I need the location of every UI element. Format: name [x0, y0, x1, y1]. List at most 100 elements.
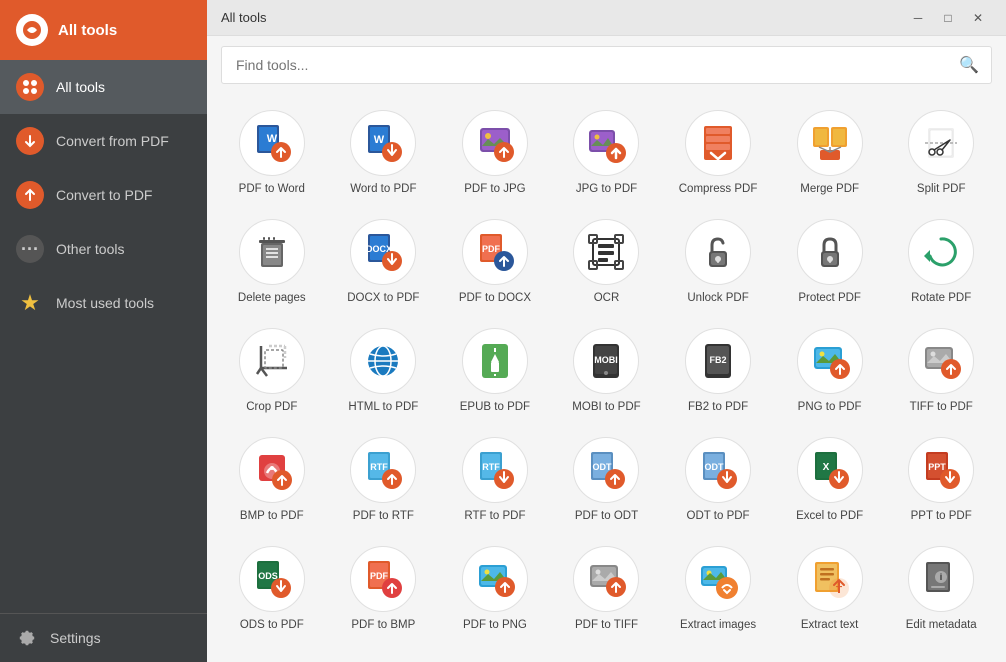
tool-png-to-pdf[interactable]: PNG to PDF [779, 322, 881, 421]
crop-pdf-icon [239, 328, 305, 394]
tool-split-pdf[interactable]: Split PDF [890, 104, 992, 203]
merge-pdf-label: Merge PDF [800, 182, 859, 197]
sidebar-item-other-tools-label: Other tools [56, 241, 124, 257]
search-icon: 🔍 [959, 55, 979, 75]
tool-crop-pdf[interactable]: Crop PDF [221, 322, 323, 421]
sidebar-logo[interactable]: All tools [0, 0, 207, 60]
pdf-to-odt-icon: ODT [573, 437, 639, 503]
svg-text:PDF: PDF [482, 244, 501, 254]
minimize-button[interactable]: ─ [904, 7, 932, 29]
convert-from-pdf-icon [16, 127, 44, 155]
tool-epub-to-pdf[interactable]: EPUB to PDF [444, 322, 546, 421]
tool-pdf-to-word[interactable]: W PDF to Word [221, 104, 323, 203]
svg-text:RTF: RTF [482, 462, 500, 472]
split-pdf-label: Split PDF [917, 182, 966, 197]
pdf-to-rtf-icon: RTF [350, 437, 416, 503]
svg-text:i: i [940, 572, 943, 582]
rotate-pdf-icon [908, 219, 974, 285]
tool-tiff-to-pdf[interactable]: TIFF to PDF [890, 322, 992, 421]
tool-rtf-to-pdf[interactable]: RTF RTF to PDF [444, 431, 546, 530]
tool-word-to-pdf[interactable]: W Word to PDF [333, 104, 435, 203]
tool-pdf-to-tiff[interactable]: PDF to TIFF [556, 540, 658, 639]
pdf-to-png-label: PDF to PNG [463, 618, 527, 633]
pdf-to-word-icon: W [239, 110, 305, 176]
tool-pdf-to-rtf[interactable]: RTF PDF to RTF [333, 431, 435, 530]
tool-mobi-to-pdf[interactable]: MOBI MOBI to PDF [556, 322, 658, 421]
pdf-to-word-label: PDF to Word [239, 182, 305, 197]
close-button[interactable]: ✕ [964, 7, 992, 29]
svg-text:W: W [267, 133, 278, 145]
titlebar: All tools ─ □ ✕ [207, 0, 1006, 36]
tool-protect-pdf[interactable]: Protect PDF [779, 213, 881, 312]
docx-to-pdf-label: DOCX to PDF [347, 291, 419, 306]
tool-pdf-to-docx[interactable]: PDF PDF to DOCX [444, 213, 546, 312]
pdf-to-tiff-icon [573, 546, 639, 612]
svg-text:ODS: ODS [258, 571, 278, 581]
tool-compress-pdf[interactable]: Compress PDF [667, 104, 769, 203]
tool-pdf-to-jpg[interactable]: PDF to JPG [444, 104, 546, 203]
bmp-to-pdf-label: BMP to PDF [240, 509, 304, 524]
svg-text:PPT: PPT [928, 462, 946, 472]
svg-text:ODT: ODT [593, 462, 613, 472]
rotate-pdf-label: Rotate PDF [911, 291, 971, 306]
ppt-to-pdf-icon: PPT [908, 437, 974, 503]
sidebar-item-most-used[interactable]: ★ Most used tools [0, 276, 207, 330]
sidebar-item-other-tools[interactable]: ··· Other tools [0, 222, 207, 276]
sidebar-title: All tools [58, 22, 117, 39]
fb2-to-pdf-icon: FB2 [685, 328, 751, 394]
jpg-to-pdf-icon [573, 110, 639, 176]
tool-edit-metadata[interactable]: i Edit metadata [890, 540, 992, 639]
word-to-pdf-label: Word to PDF [350, 182, 416, 197]
search-input[interactable] [222, 47, 991, 83]
sidebar-item-convert-from-pdf-label: Convert from PDF [56, 133, 169, 149]
maximize-button[interactable]: □ [934, 7, 962, 29]
tool-jpg-to-pdf[interactable]: JPG to PDF [556, 104, 658, 203]
tool-pdf-to-png[interactable]: PDF to PNG [444, 540, 546, 639]
docx-to-pdf-icon: DOCX [350, 219, 416, 285]
pdf-to-rtf-label: PDF to RTF [353, 509, 414, 524]
rtf-to-pdf-label: RTF to PDF [464, 509, 525, 524]
tool-extract-text[interactable]: T Extract text [779, 540, 881, 639]
tool-odt-to-pdf[interactable]: ODT ODT to PDF [667, 431, 769, 530]
tool-pdf-to-odt[interactable]: ODT PDF to ODT [556, 431, 658, 530]
tool-ppt-to-pdf[interactable]: PPT PPT to PDF [890, 431, 992, 530]
delete-pages-icon [239, 219, 305, 285]
pdf-to-bmp-icon: PDF [350, 546, 416, 612]
word-to-pdf-icon: W [350, 110, 416, 176]
pdf-to-tiff-label: PDF to TIFF [575, 618, 638, 633]
settings-icon [16, 627, 38, 649]
svg-text:ODT: ODT [705, 462, 725, 472]
extract-images-label: Extract images [680, 618, 756, 633]
tool-extract-images[interactable]: Extract images [667, 540, 769, 639]
sidebar-item-convert-from-pdf[interactable]: Convert from PDF [0, 114, 207, 168]
tool-pdf-to-bmp[interactable]: PDF PDF to BMP [333, 540, 435, 639]
app-logo-icon [16, 14, 48, 46]
settings-item[interactable]: Settings [0, 613, 207, 662]
odt-to-pdf-icon: ODT [685, 437, 751, 503]
pdf-to-docx-icon: PDF [462, 219, 528, 285]
extract-text-label: Extract text [801, 618, 859, 633]
tiff-to-pdf-label: TIFF to PDF [910, 400, 973, 415]
window-controls: ─ □ ✕ [904, 7, 992, 29]
tool-html-to-pdf[interactable]: HTML to PDF [333, 322, 435, 421]
sidebar: All tools All tools Convert from PDF [0, 0, 207, 662]
tool-docx-to-pdf[interactable]: DOCX DOCX to PDF [333, 213, 435, 312]
tool-delete-pages[interactable]: Delete pages [221, 213, 323, 312]
tool-rotate-pdf[interactable]: Rotate PDF [890, 213, 992, 312]
sidebar-item-convert-to-pdf-label: Convert to PDF [56, 187, 152, 203]
mobi-to-pdf-icon: MOBI [573, 328, 639, 394]
tool-unlock-pdf[interactable]: Unlock PDF [667, 213, 769, 312]
svg-text:X: X [822, 462, 829, 473]
tool-merge-pdf[interactable]: Merge PDF [779, 104, 881, 203]
tool-ods-to-pdf[interactable]: ODS ODS to PDF [221, 540, 323, 639]
extract-images-icon [685, 546, 751, 612]
tool-ocr[interactable]: OCR [556, 213, 658, 312]
tool-bmp-to-pdf[interactable]: BMP to PDF [221, 431, 323, 530]
tool-fb2-to-pdf[interactable]: FB2 FB2 to PDF [667, 322, 769, 421]
sidebar-item-convert-to-pdf[interactable]: Convert to PDF [0, 168, 207, 222]
tool-excel-to-pdf[interactable]: X Excel to PDF [779, 431, 881, 530]
most-used-icon: ★ [16, 289, 44, 317]
sidebar-item-all-tools-label: All tools [56, 79, 105, 95]
sidebar-item-all-tools[interactable]: All tools [0, 60, 207, 114]
edit-metadata-icon: i [908, 546, 974, 612]
